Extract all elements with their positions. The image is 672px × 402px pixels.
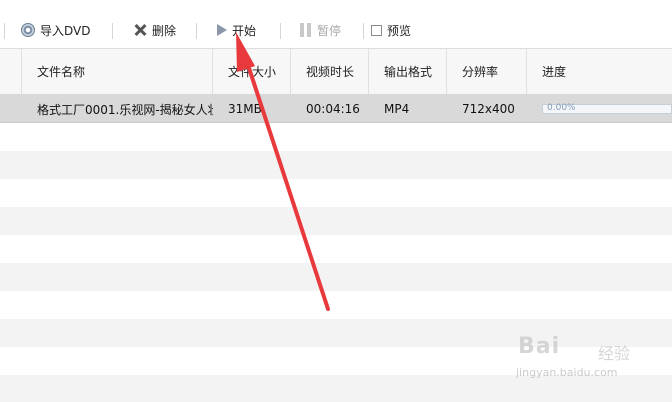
toolbar-separator bbox=[196, 23, 197, 39]
dvd-icon bbox=[21, 23, 35, 37]
empty-row bbox=[0, 291, 672, 319]
delete-button[interactable]: 删除 bbox=[133, 20, 176, 40]
empty-row bbox=[0, 151, 672, 179]
format-factory-window: 导入DVD 删除 开始 暂停 预览 文件名称 文件大小 视频时长 输出格式 分辨… bbox=[0, 0, 672, 402]
empty-row bbox=[0, 179, 672, 207]
toolbar-separator bbox=[112, 23, 113, 39]
play-icon bbox=[217, 24, 227, 36]
start-button[interactable]: 开始 bbox=[217, 20, 256, 40]
column-header-progress[interactable]: 进度 bbox=[527, 49, 672, 94]
baidu-jingyan-watermark: Bai 经验 jingyan.baidu.com bbox=[510, 326, 660, 386]
preview-toggle[interactable]: 预览 bbox=[371, 20, 411, 40]
cell-output-format: MP4 bbox=[384, 102, 410, 116]
column-header-resolution[interactable]: 分辨率 bbox=[447, 49, 527, 94]
start-label: 开始 bbox=[232, 23, 257, 38]
import-dvd-button[interactable]: 导入DVD bbox=[21, 20, 90, 40]
pause-button[interactable]: 暂停 bbox=[300, 20, 341, 40]
watermark-brand: Bai bbox=[518, 334, 561, 359]
watermark-url: jingyan.baidu.com bbox=[516, 366, 618, 379]
column-header-duration[interactable]: 视频时长 bbox=[291, 49, 369, 94]
pause-icon bbox=[300, 23, 312, 37]
import-dvd-label: 导入DVD bbox=[40, 23, 91, 38]
empty-row bbox=[0, 235, 672, 263]
cell-duration: 00:04:16 bbox=[306, 102, 360, 116]
column-header-output-format[interactable]: 输出格式 bbox=[369, 49, 447, 94]
header-gutter bbox=[0, 49, 22, 94]
column-header-label: 文件名称 bbox=[37, 65, 86, 79]
progress-text: 0.00% bbox=[547, 103, 576, 113]
table-row[interactable]: 格式工厂0001.乐视网-揭秘女人壮 31MB 00:04:16 MP4 712… bbox=[0, 95, 672, 123]
column-header-file-name[interactable]: 文件名称 bbox=[22, 49, 213, 94]
column-header-label: 输出格式 bbox=[384, 65, 433, 79]
column-header-label: 文件大小 bbox=[228, 65, 277, 79]
column-header-label: 分辨率 bbox=[462, 65, 499, 79]
cell-file-name: 格式工厂0001.乐视网-揭秘女人壮 bbox=[37, 102, 213, 117]
task-table-header: 文件名称 文件大小 视频时长 输出格式 分辨率 进度 bbox=[0, 49, 672, 95]
column-header-label: 进度 bbox=[542, 65, 567, 79]
column-header-label: 视频时长 bbox=[306, 65, 355, 79]
delete-icon bbox=[133, 23, 147, 37]
pause-label: 暂停 bbox=[317, 23, 342, 38]
preview-label: 预览 bbox=[387, 23, 412, 38]
toolbar-separator bbox=[4, 23, 5, 39]
preview-checkbox[interactable] bbox=[371, 24, 382, 36]
cell-file-size: 31MB bbox=[228, 102, 262, 116]
toolbar-separator bbox=[363, 23, 364, 39]
cell-resolution: 712x400 bbox=[462, 102, 515, 116]
progress-bar: 0.00% bbox=[542, 103, 672, 114]
column-header-file-size[interactable]: 文件大小 bbox=[213, 49, 291, 94]
cell-progress: 0.00% bbox=[527, 95, 672, 123]
toolbar: 导入DVD 删除 开始 暂停 预览 bbox=[0, 0, 672, 49]
empty-row bbox=[0, 207, 672, 235]
toolbar-separator bbox=[280, 23, 281, 39]
watermark-brand-suffix: 经验 bbox=[598, 344, 631, 363]
delete-label: 删除 bbox=[152, 23, 177, 38]
empty-row bbox=[0, 123, 672, 151]
empty-row bbox=[0, 263, 672, 291]
